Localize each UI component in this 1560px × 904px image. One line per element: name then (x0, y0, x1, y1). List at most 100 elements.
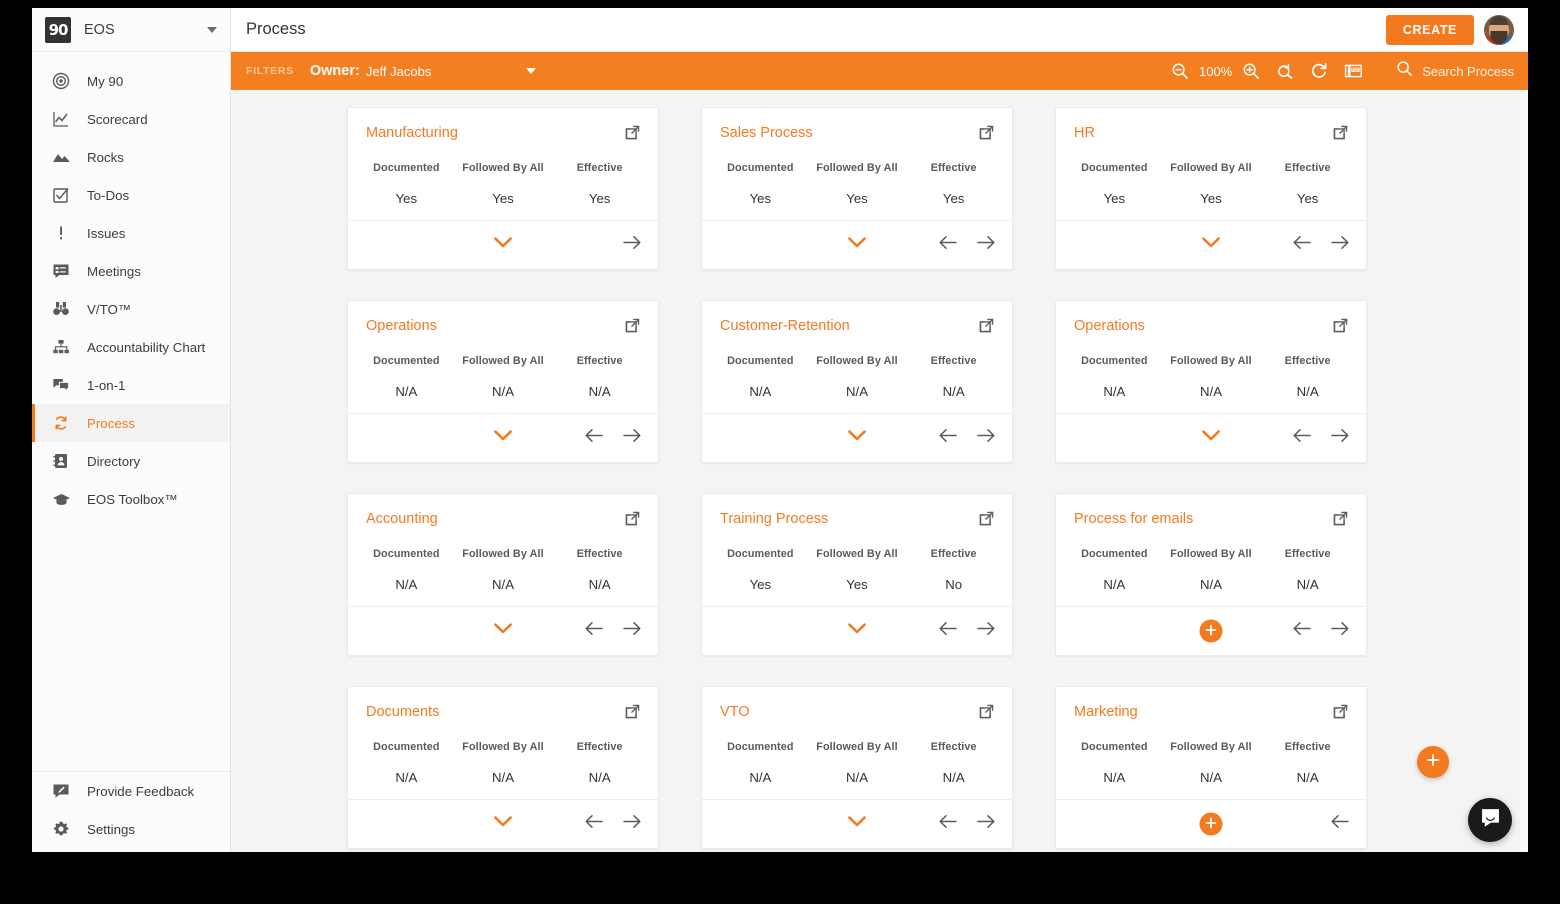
expand-chevron-icon[interactable] (847, 815, 867, 833)
zoom-in-icon[interactable] (1234, 56, 1268, 86)
card-title[interactable]: Accounting (366, 510, 438, 528)
process-card: Sales Process Documented Followed By All Ef… (701, 107, 1013, 270)
open-external-icon[interactable] (1332, 317, 1349, 339)
next-arrow-icon[interactable] (976, 621, 996, 641)
svg-text:PDF: PDF (1351, 67, 1359, 72)
open-external-icon[interactable] (624, 510, 641, 532)
avatar[interactable] (1484, 14, 1514, 45)
open-external-icon[interactable] (624, 124, 641, 146)
open-external-icon[interactable] (978, 703, 995, 725)
card-title[interactable]: VTO (720, 703, 750, 721)
sidebar-item-provide-feedback[interactable]: Provide Feedback (32, 772, 230, 810)
add-process-fab[interactable] (1417, 746, 1449, 778)
owner-filter-value[interactable]: Jeff Jacobs (366, 64, 432, 79)
sidebar-item-rocks[interactable]: Rocks (32, 138, 230, 176)
sidebar-item-my-90[interactable]: My 90 (32, 62, 230, 100)
sidebar-item-to-dos[interactable]: To-Dos (32, 176, 230, 214)
previous-arrow-icon[interactable] (584, 621, 604, 641)
card-title[interactable]: Operations (366, 317, 437, 335)
open-external-icon[interactable] (1332, 703, 1349, 725)
gear-icon (48, 818, 74, 840)
avatar-hair (1489, 15, 1509, 25)
metric-header: Followed By All (1170, 355, 1252, 367)
previous-arrow-icon[interactable] (1292, 621, 1312, 641)
search-process[interactable]: Search Process (1396, 60, 1514, 82)
refresh-icon[interactable] (1302, 56, 1336, 86)
chevron-down-icon[interactable] (207, 27, 217, 33)
previous-arrow-icon[interactable] (938, 621, 958, 641)
pdf-export-icon[interactable]: PDF (1336, 56, 1370, 86)
add-card-item-button[interactable] (1199, 812, 1223, 836)
metric-header: Documented (1081, 548, 1148, 560)
sidebar-item-issues[interactable]: Issues (32, 214, 230, 252)
expand-chevron-icon[interactable] (847, 622, 867, 640)
open-external-icon[interactable] (1332, 124, 1349, 146)
expand-chevron-icon[interactable] (493, 236, 513, 254)
next-arrow-icon[interactable] (622, 621, 642, 641)
sidebar-item-meetings[interactable]: Meetings (32, 252, 230, 290)
open-external-icon[interactable] (978, 124, 995, 146)
card-title[interactable]: Sales Process (720, 124, 813, 142)
sidebar-item-directory[interactable]: Directory (32, 442, 230, 480)
card-title[interactable]: Customer-Retention (720, 317, 850, 335)
next-arrow-icon[interactable] (976, 235, 996, 255)
card-title[interactable]: Operations (1074, 317, 1145, 335)
expand-chevron-icon[interactable] (493, 429, 513, 447)
sidebar-item-eos-toolbox[interactable]: EOS Toolbox™ (32, 480, 230, 518)
next-arrow-icon[interactable] (976, 428, 996, 448)
next-arrow-icon[interactable] (1330, 428, 1350, 448)
sidebar-item-process[interactable]: Process (32, 404, 230, 442)
brand-switcher[interactable]: 90 EOS (32, 8, 230, 52)
card-title[interactable]: Marketing (1074, 703, 1138, 721)
sidebar-item-label: 1-on-1 (87, 377, 126, 393)
previous-arrow-icon[interactable] (938, 814, 958, 834)
open-external-icon[interactable] (624, 703, 641, 725)
intercom-chat-button[interactable] (1468, 798, 1512, 842)
previous-arrow-icon[interactable] (938, 428, 958, 448)
previous-arrow-icon[interactable] (1292, 235, 1312, 255)
previous-arrow-icon[interactable] (1292, 428, 1312, 448)
previous-arrow-icon[interactable] (584, 814, 604, 834)
next-arrow-icon[interactable] (622, 428, 642, 448)
card-header: Training Process (702, 494, 1012, 532)
open-external-icon[interactable] (1332, 510, 1349, 532)
next-arrow-icon[interactable] (622, 235, 642, 255)
open-external-icon[interactable] (978, 510, 995, 532)
card-title[interactable]: HR (1074, 124, 1095, 142)
expand-chevron-icon[interactable] (847, 429, 867, 447)
expand-chevron-icon[interactable] (1201, 236, 1221, 254)
search-input[interactable]: Search Process (1422, 64, 1514, 79)
open-external-icon[interactable] (624, 317, 641, 339)
next-arrow-icon[interactable] (976, 814, 996, 834)
sidebar-item-settings[interactable]: Settings (32, 810, 230, 848)
next-arrow-icon[interactable] (1330, 621, 1350, 641)
zoom-out-icon[interactable] (1163, 56, 1197, 86)
card-title[interactable]: Training Process (720, 510, 828, 528)
next-arrow-icon[interactable] (622, 814, 642, 834)
card-title[interactable]: Documents (366, 703, 439, 721)
sidebar-item-vto[interactable]: V/TO™ (32, 290, 230, 328)
sidebar-item-1-on-1[interactable]: 1-on-1 (32, 366, 230, 404)
expand-chevron-icon[interactable] (847, 236, 867, 254)
zoom-reset-icon[interactable] (1268, 56, 1302, 86)
sidebar-item-accountability-chart[interactable]: Accountability Chart (32, 328, 230, 366)
expand-chevron-icon[interactable] (493, 622, 513, 640)
add-card-item-button[interactable] (1199, 619, 1223, 643)
vertical-scrollbar[interactable] (1520, 90, 1528, 852)
next-arrow-icon[interactable] (1330, 235, 1350, 255)
previous-arrow-icon[interactable] (938, 235, 958, 255)
open-external-icon[interactable] (978, 317, 995, 339)
metric-values-row: N/A N/A N/A (712, 367, 1002, 399)
card-title[interactable]: Process for emails (1074, 510, 1193, 528)
previous-arrow-icon[interactable] (584, 428, 604, 448)
create-button[interactable]: CREATE (1385, 14, 1474, 45)
expand-chevron-icon[interactable] (493, 815, 513, 833)
previous-arrow-icon[interactable] (1330, 814, 1350, 834)
expand-chevron-icon[interactable] (1201, 429, 1221, 447)
card-footer-nav (938, 814, 996, 834)
metric-value: Yes (588, 191, 611, 206)
metric-value: Yes (1296, 191, 1319, 206)
sidebar-item-scorecard[interactable]: Scorecard (32, 100, 230, 138)
chevron-down-icon[interactable] (526, 68, 537, 74)
card-title[interactable]: Manufacturing (366, 124, 458, 142)
